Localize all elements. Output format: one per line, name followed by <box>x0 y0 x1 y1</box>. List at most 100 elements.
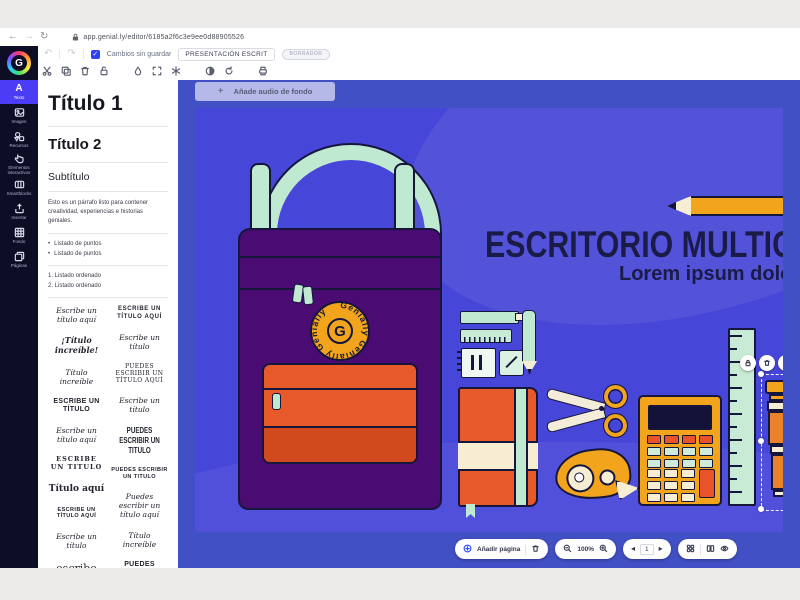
add-audio-button[interactable]: + Añade audio de fondo <box>195 82 335 101</box>
next-page-icon[interactable]: ▸ <box>659 545 663 553</box>
style-card[interactable]: Título aquí <box>48 484 105 495</box>
calculator-illustration[interactable] <box>638 395 722 506</box>
delete-element-button[interactable] <box>759 355 775 371</box>
undo-icon[interactable]: ↶ <box>44 49 52 59</box>
style-bullet-list[interactable]: •Listado de puntos <box>48 240 168 250</box>
style-cards: Escribe un título aquí ¡Título increíble… <box>48 306 168 568</box>
small-ruler-illustration[interactable] <box>460 329 512 343</box>
copy-icon[interactable] <box>61 66 71 76</box>
droplet-icon[interactable] <box>133 66 143 76</box>
forward-arrow-icon[interactable]: → <box>24 32 34 42</box>
style-title-1[interactable]: Título 1 <box>48 92 168 116</box>
redo-icon[interactable]: ↷ <box>67 49 75 59</box>
style-card[interactable]: Escribe un título <box>111 333 168 351</box>
interactive-icon <box>14 153 25 164</box>
zoom-out-icon[interactable] <box>563 540 572 558</box>
print-icon[interactable] <box>258 66 268 76</box>
add-page-icon[interactable] <box>463 540 472 558</box>
style-card[interactable]: ESCRIBE UN TÍTULO AQUÍ <box>48 507 105 520</box>
style-card[interactable]: PUEDES ESCRIBIR UN TITULO <box>111 467 168 480</box>
cut-icon[interactable] <box>42 66 52 76</box>
plus-icon: + <box>218 87 224 97</box>
style-ordered-list[interactable]: 1. Listado ordenado <box>48 272 168 282</box>
logo-box[interactable]: G <box>0 46 38 80</box>
contrast-icon[interactable] <box>205 66 215 76</box>
notebook-illustration[interactable] <box>458 387 538 507</box>
slide-page[interactable]: ESCRITORIO MULTIC Lorem ipsum dolo Geni <box>195 108 783 532</box>
prev-page-icon[interactable]: ◂ <box>631 545 635 553</box>
selection-handle[interactable] <box>758 438 764 444</box>
backpack-pocket <box>262 363 418 464</box>
style-card[interactable]: ESCRIBE UN TÍTULO <box>48 398 105 415</box>
tall-ruler-illustration[interactable] <box>728 328 756 506</box>
sidebar-item-insertar[interactable]: Insertar <box>0 200 38 224</box>
zoom-in-icon[interactable] <box>599 540 608 558</box>
sidebar-item-smartblocks[interactable]: Smartblocks <box>0 176 38 200</box>
marker-illustration[interactable] <box>460 311 519 324</box>
rotate-icon[interactable] <box>224 66 234 76</box>
sidebar-item-paginas[interactable]: Páginas <box>0 248 38 272</box>
style-card[interactable]: Escribe un título aquí <box>48 306 105 324</box>
sidebar-item-texto[interactable]: A Texto <box>0 80 38 104</box>
style-card[interactable]: ¡Título increíble! <box>48 336 105 355</box>
notepad-illustration[interactable] <box>461 348 496 378</box>
save-status: Cambios sin guardar <box>107 51 172 58</box>
style-subtitle[interactable]: Subtítulo <box>48 171 168 183</box>
slide-title[interactable]: ESCRITORIO MULTIC <box>485 224 783 266</box>
style-card[interactable]: Puedes escribir un título aquí <box>111 492 168 519</box>
style-card[interactable]: ESCRIBE UN TITULO <box>48 456 105 472</box>
style-title-2[interactable]: Título 2 <box>48 136 168 153</box>
add-page-label[interactable]: Añadir página <box>477 546 520 553</box>
delete-page-icon[interactable] <box>531 540 540 558</box>
slide-subtitle[interactable]: Lorem ipsum dolo <box>619 263 783 286</box>
sidebar-item-recursos[interactable]: Recursos <box>0 128 38 152</box>
view-pill <box>678 539 737 559</box>
refresh-icon[interactable]: ↻ <box>40 32 48 42</box>
pages-icon <box>14 251 25 262</box>
text-styles-panel: Título 1 Título 2 Subtítulo Esto es un p… <box>38 80 178 568</box>
fit-screen-icon[interactable] <box>152 66 162 76</box>
zoom-level[interactable]: 100% <box>577 546 594 553</box>
flip-button[interactable]: ⇄ <box>778 355 783 371</box>
style-bullet-list[interactable]: •Listado de puntos <box>48 250 168 260</box>
selection-handle[interactable] <box>758 371 764 377</box>
grid-view-icon[interactable] <box>686 540 695 558</box>
sidebar-item-imagen[interactable]: Imagen <box>0 104 38 128</box>
style-card[interactable]: Escribe un título <box>48 532 105 550</box>
genially-logo-icon: G <box>7 51 31 75</box>
style-card[interactable]: PUEDES ESCRIBIR UN TÍTULO AQUÍ <box>111 363 168 385</box>
pencil-illustration[interactable] <box>689 196 783 216</box>
style-card[interactable]: Escribe un título aquí <box>48 426 105 444</box>
small-pencil-illustration[interactable] <box>522 310 536 362</box>
style-card[interactable]: Título increíble <box>111 531 168 549</box>
lock-button[interactable] <box>740 355 756 371</box>
sidebar-item-fondo[interactable]: Fondo <box>0 224 38 248</box>
back-arrow-icon[interactable]: ← <box>8 32 18 42</box>
image-icon <box>14 107 25 118</box>
style-card[interactable]: PUEDES ESCRIBIR UN TITULO <box>117 426 161 455</box>
unlock-icon[interactable] <box>99 66 109 76</box>
style-card[interactable]: escribe un título aquí <box>48 562 105 568</box>
effects-icon[interactable] <box>171 66 181 76</box>
project-title-input[interactable]: PRESENTACIÓN ESCRIT <box>178 48 274 61</box>
sidebar-item-elementos-interactivos[interactable]: Elementos interactivos <box>0 152 38 176</box>
style-card[interactable]: Escribe un título <box>111 396 168 414</box>
genially-badge[interactable]: Genially Genially Genially G <box>309 300 371 362</box>
left-sidebar: A Texto Imagen Recursos Elementos intera… <box>0 80 38 568</box>
dual-page-icon[interactable] <box>706 540 715 558</box>
selection-box[interactable] <box>761 374 783 511</box>
style-card[interactable]: ESCRIBE UN TÍTULO AQUÍ <box>111 306 168 320</box>
style-ordered-list[interactable]: 2. Listado ordenado <box>48 282 168 292</box>
style-paragraph[interactable]: Esto es un párrafo listo para contener c… <box>48 199 168 226</box>
style-card[interactable]: Título increíble <box>48 368 105 386</box>
selection-handle[interactable] <box>758 506 764 512</box>
add-page-pill: Añadir página <box>455 539 548 559</box>
page-number[interactable]: 1 <box>640 544 654 555</box>
scissors-illustration[interactable] <box>604 385 627 408</box>
small-pencil-point <box>527 369 532 375</box>
style-card[interactable]: PUEDES ESCRIBIR UN TÍTULO AQUÍ <box>111 561 168 568</box>
delete-icon[interactable] <box>80 66 90 76</box>
preview-icon[interactable] <box>720 540 729 558</box>
eraser-illustration[interactable] <box>499 350 524 376</box>
url-pill[interactable]: app.genial.ly/editor/6185a2f6c3e9ee0d889… <box>72 33 244 41</box>
